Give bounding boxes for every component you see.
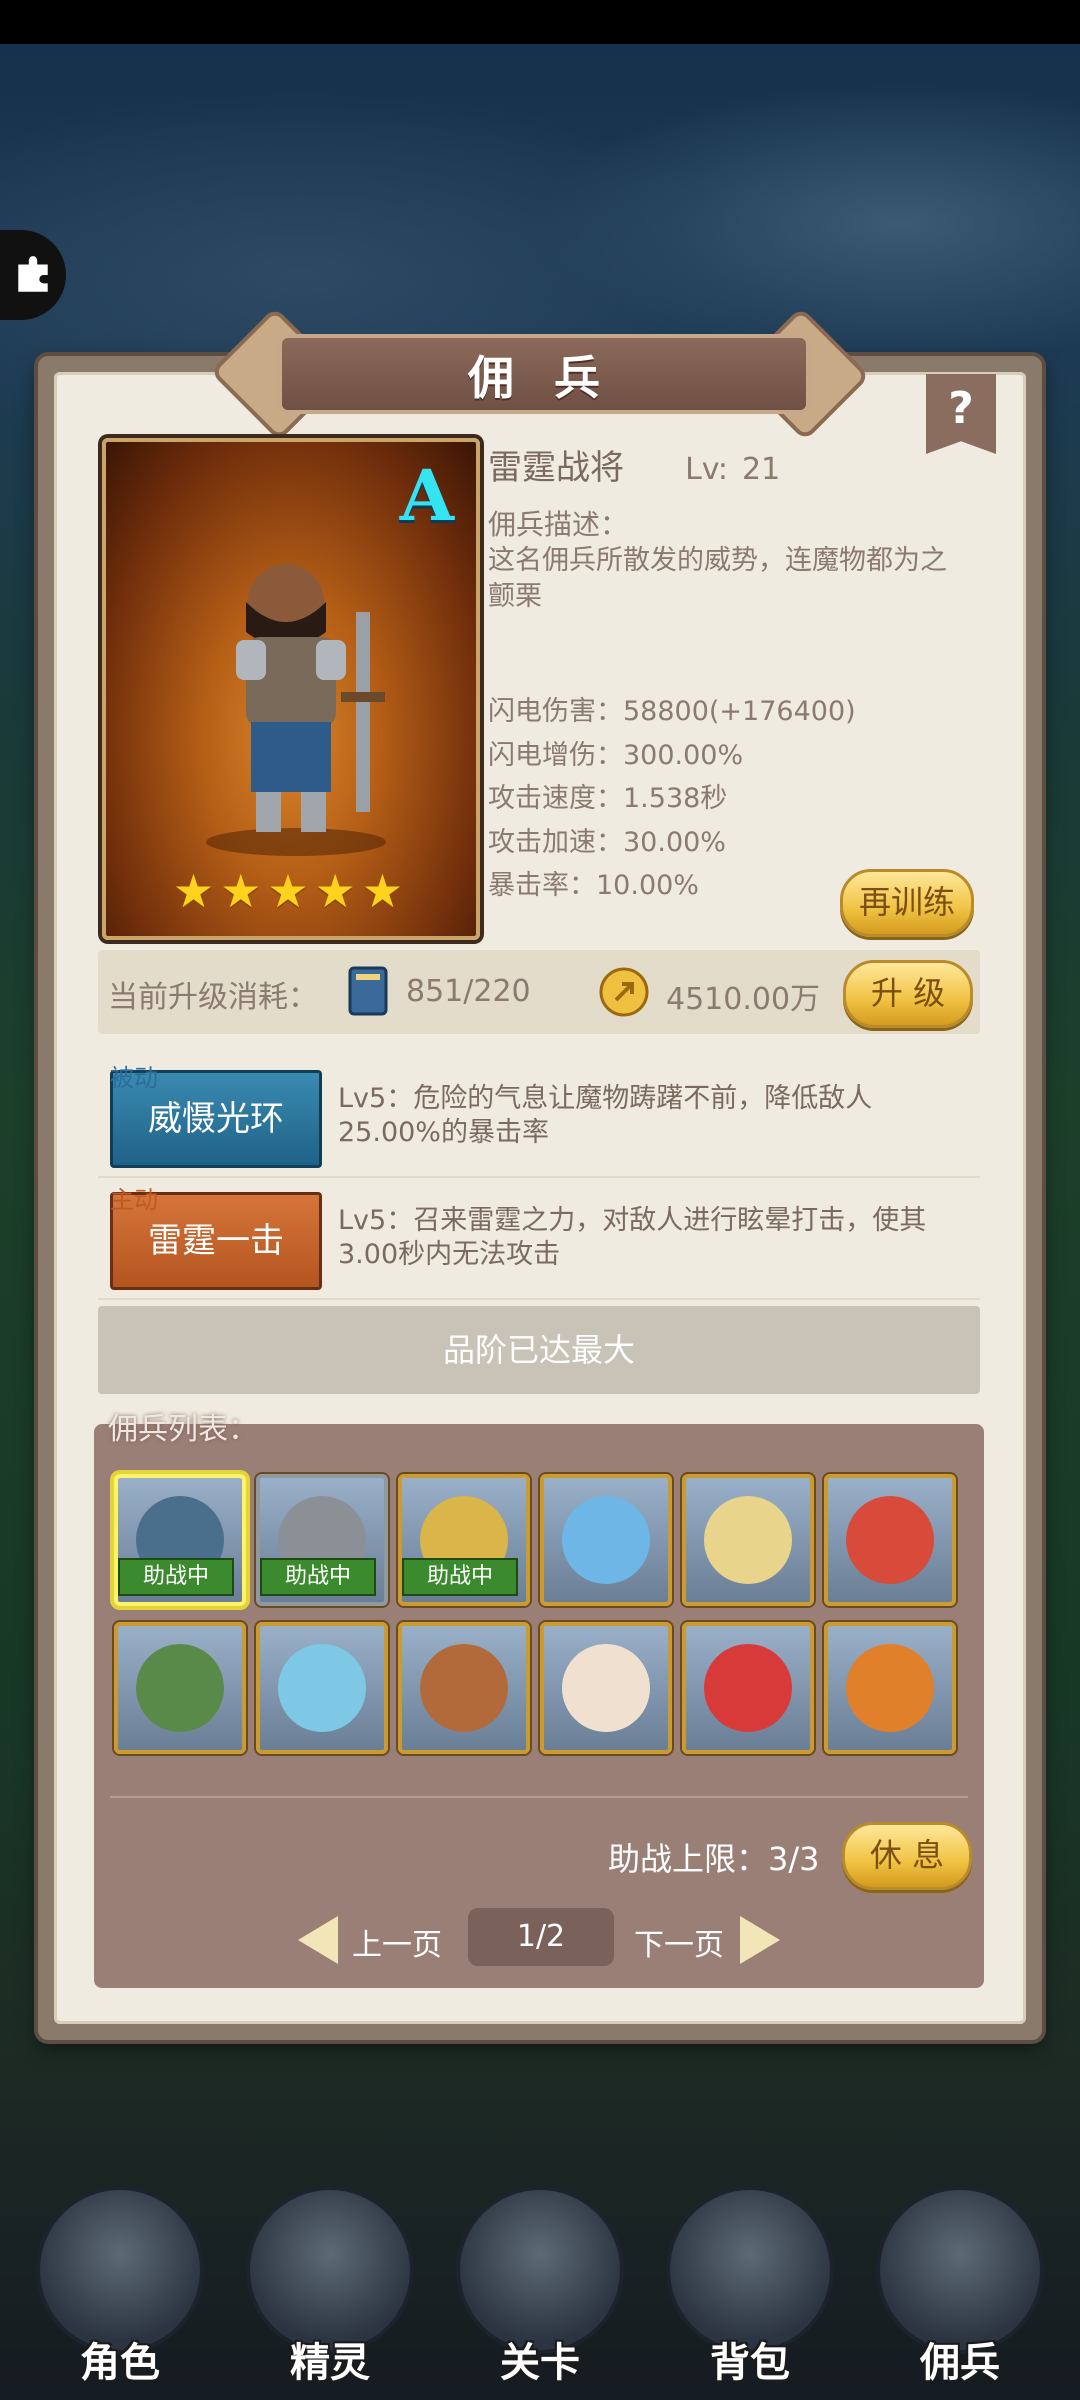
mercenary-card[interactable] [256,1622,388,1754]
hero-desc-text: 这名佣兵所散发的威势，连魔物都为之颤栗 [488,545,947,612]
hero-name: 雷霆战将 [488,448,624,488]
max-rank-banner: 品阶已达最大 [98,1306,980,1394]
title-banner: 佣 兵 [208,306,872,442]
mercenary-card[interactable]: 助战中 [256,1474,388,1606]
passive-skill-tag: 被动 [110,1064,158,1092]
sprite-icon [250,2190,410,2350]
book-count: 851/220 [406,974,531,1009]
nav-label-sprite: 精灵 [290,2340,370,2386]
panel-title: 佣 兵 [467,351,612,405]
assisting-badge: 助战中 [402,1558,518,1596]
assisting-badge: 助战中 [260,1558,376,1596]
skill-row-active: 雷霆一击 主动 Lv5：召来雷霆之力，对敌人进行眩晕打击，使其3.00秒内无法攻… [98,1180,980,1300]
hero-portrait: A ★★★★★ [102,438,480,940]
mercenary-avatar [846,1644,934,1732]
upgrade-button[interactable]: 升 级 [843,960,973,1028]
stat-lightning-bonus: 闪电增伤：300.00% [488,739,744,771]
assist-limit: 助战上限：3/3 [608,1840,820,1878]
prev-page-button[interactable]: 上一页 [352,1920,442,1964]
hero-level-label: Lv: [685,452,729,487]
nav-stage[interactable]: 关卡 [440,2130,640,2400]
nav-role[interactable]: 角色 [20,2130,220,2400]
nav-label-mercenary: 佣兵 [920,2340,1000,2386]
mercenary-card[interactable] [682,1474,814,1606]
mercenary-avatar [562,1644,650,1732]
retrain-button[interactable]: 再训练 [840,869,974,937]
stat-attack-haste: 攻击加速：30.00% [488,826,726,858]
next-page-button[interactable]: 下一页 [634,1920,724,1964]
mercenary-icon [880,2190,1040,2350]
mercenary-card[interactable] [824,1622,956,1754]
mercenary-list-title: 佣兵列表： [108,1412,258,1447]
hero-info: 雷霆战将 Lv: 21 佣兵描述： 这名佣兵所散发的威势，连魔物都为之颤栗 [488,440,988,615]
backpack-icon [670,2190,830,2350]
hero-grade: A [399,454,454,537]
hero-sprite [206,564,386,856]
nav-mercenary[interactable]: 佣兵 [860,2130,1060,2400]
hero-level: Lv: 21 [685,452,780,487]
mercenary-card[interactable]: 助战中 [114,1474,246,1606]
mercenary-avatar [704,1496,792,1584]
skill-row-passive: 威慑光环 被动 Lv5：危险的气息让魔物踌躇不前，降低敌人25.00%的暴击率 [98,1058,980,1178]
book-icon [348,966,388,1016]
page-indicator: 1/2 [468,1908,614,1966]
gold-coin-icon [599,967,649,1017]
active-skill-desc: Lv5：召来雷霆之力，对敌人进行眩晕打击，使其3.00秒内无法攻击 [338,1205,927,1270]
mercenary-avatar [846,1496,934,1584]
upgrade-bar: 当前升级消耗： 851/220 4510.00万 升 级 [98,950,980,1034]
mercenary-card[interactable]: 助战中 [398,1474,530,1606]
mercenary-avatar [136,1644,224,1732]
hero-desc-label: 佣兵描述： [488,508,629,541]
assisting-badge: 助战中 [118,1558,234,1596]
pager: 上一页 1/2 下一页 [94,1908,984,1968]
nav-label-backpack: 背包 [710,2340,790,2386]
nav-sprite[interactable]: 精灵 [230,2130,430,2400]
mercenary-card[interactable] [824,1474,956,1606]
hero-level-value: 21 [742,452,781,487]
stat-crit-rate: 暴击率：10.00% [488,870,699,901]
mercenary-card[interactable] [540,1474,672,1606]
puzzle-icon [18,256,48,292]
mercenary-avatar [420,1644,508,1732]
mercenary-card[interactable] [114,1622,246,1754]
next-page-arrow-icon[interactable] [740,1916,780,1964]
role-icon [40,2190,200,2350]
mercenary-card[interactable] [682,1622,814,1754]
hero-star-rating: ★★★★★ [172,864,410,918]
nav-label-role: 角色 [80,2340,160,2386]
mercenary-avatar [278,1644,366,1732]
coin-count: 4510.00万 [666,982,821,1017]
stat-lightning-damage: 闪电伤害：58800(+176400) [488,696,856,727]
nav-label-stage: 关卡 [500,2340,580,2386]
stage-icon [460,2190,620,2350]
mercenary-list-panel: 佣兵列表： 助战中 助战中 助战中 助战上限：3/3 休 息 上一页 1/2 下一页 [94,1412,984,1988]
list-divider [110,1796,968,1798]
prev-page-arrow-icon[interactable] [298,1916,338,1964]
nav-backpack[interactable]: 背包 [650,2130,850,2400]
status-bar [0,0,1080,44]
hero-stats: 闪电伤害：58800(+176400) 闪电增伤：300.00% 攻击速度：1.… [488,690,856,908]
mercenary-card[interactable] [540,1622,672,1754]
mercenary-avatar [562,1496,650,1584]
passive-skill-desc: Lv5：危险的气息让魔物踌躇不前，降低敌人25.00%的暴击率 [338,1083,873,1148]
active-skill-tag: 主动 [110,1186,158,1214]
bottom-nav: 角色 精灵 关卡 背包 佣兵 [0,2130,1080,2400]
upgrade-cost-label: 当前升级消耗： [108,980,318,1015]
mercenary-avatar [704,1644,792,1732]
stat-attack-speed: 攻击速度：1.538秒 [488,783,728,814]
mercenary-card[interactable] [398,1622,530,1754]
rest-button[interactable]: 休 息 [842,1822,972,1890]
